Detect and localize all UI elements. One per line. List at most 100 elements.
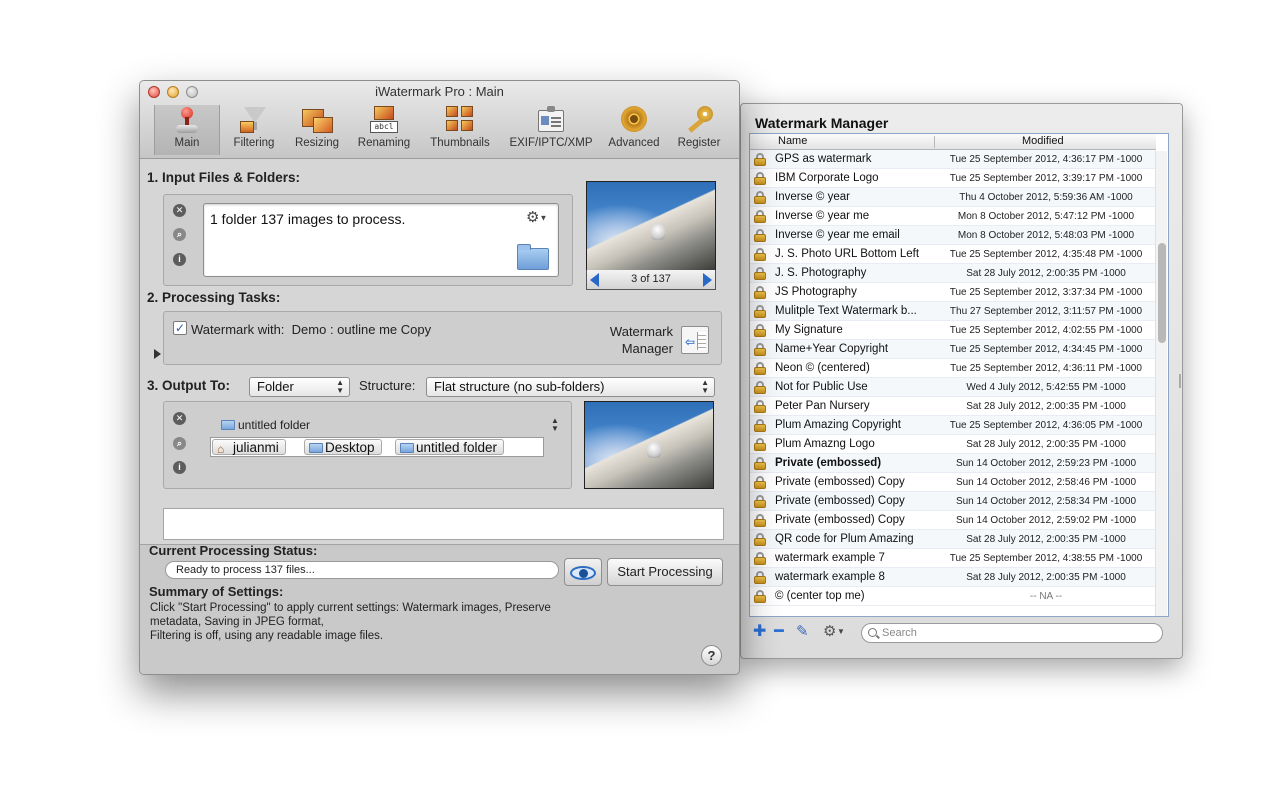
table-row[interactable]: Plum Amazng Logo Sat 28 July 2012, 2:00:3… [750, 435, 1156, 454]
toolbar-exif[interactable]: EXIF/IPTC/XMP [504, 105, 598, 155]
gear-icon[interactable]: ⚙ [823, 623, 836, 641]
table-row[interactable]: Private (embossed) Copy Sun 14 October 20… [750, 473, 1156, 492]
output-preview-image [584, 401, 714, 489]
table-row[interactable]: Private (embossed) Sun 14 October 2012, 2… [750, 454, 1156, 473]
thumbnails-icon [444, 105, 476, 135]
watermark-modified: Thu 27 September 2012, 3:11:57 PM -1000 [949, 306, 1143, 317]
lock-icon [754, 400, 766, 413]
watermark-manager-button[interactable]: ⇦ [681, 326, 709, 354]
remove-output-icon[interactable]: ✕ [173, 412, 186, 425]
table-row[interactable]: Not for Public Use Wed 4 July 2012, 5:42:… [750, 378, 1156, 397]
table-row[interactable]: Inverse © year me email Mon 8 October 201… [750, 226, 1156, 245]
table-row[interactable]: Inverse © year me Mon 8 October 2012, 5:4… [750, 207, 1156, 226]
table-row[interactable]: Mulitple Text Watermark b... Thu 27 Septe… [750, 302, 1156, 321]
input-preview-image [586, 181, 716, 271]
search-field[interactable]: Search [861, 623, 1163, 643]
table-row[interactable]: Private (embossed) Copy Sun 14 October 20… [750, 492, 1156, 511]
watermark-modified: -- NA -- [1029, 591, 1063, 602]
help-button[interactable]: ? [701, 645, 722, 666]
input-gear-menu[interactable]: ⚙▼ [526, 208, 547, 226]
watermark-manager-label-line1: Watermark [609, 324, 673, 339]
toolbar-advanced[interactable]: Advanced [604, 105, 664, 155]
info-input-icon[interactable]: i [173, 253, 186, 266]
watermark-with-text: Watermark with: Demo : outline me Copy [191, 322, 431, 337]
input-section-heading: 1. Input Files & Folders: [147, 170, 301, 185]
path-crumb-folder[interactable]: untitled folder [395, 439, 505, 455]
start-processing-button[interactable]: Start Processing [607, 558, 723, 586]
watermark-name: IBM Corporate Logo [775, 172, 879, 184]
table-row[interactable]: My Signature Tue 25 September 2012, 4:02:… [750, 321, 1156, 340]
scrollbar-thumb[interactable] [1158, 243, 1166, 343]
output-path-control[interactable]: ⌂ julianmi Desktop untitled folder [210, 437, 544, 457]
table-row[interactable]: Neon © (centered) Tue 25 September 2012, … [750, 359, 1156, 378]
previous-image-icon[interactable] [590, 273, 599, 287]
column-header-name[interactable]: Name [778, 135, 807, 147]
remove-input-icon[interactable]: ✕ [173, 204, 186, 217]
watermark-name: Private (embossed) Copy [775, 476, 905, 488]
table-row[interactable]: Peter Pan Nursery Sat 28 July 2012, 2:00:… [750, 397, 1156, 416]
lock-icon [754, 343, 766, 356]
next-image-icon[interactable] [703, 273, 712, 287]
watermark-name: GPS as watermark [775, 153, 872, 165]
output-destination-popup[interactable]: Folder ▲ ▼ [249, 377, 350, 397]
watermark-name: Inverse © year me email [775, 229, 900, 241]
lock-icon [754, 476, 766, 489]
watermark-manager-title: Watermark Manager [755, 115, 889, 131]
reveal-input-icon[interactable]: ⌕ [173, 228, 186, 241]
watermark-manager-toolbar: ✚ ━ ✎ ⚙ ▼ Search [749, 619, 1169, 647]
table-row[interactable]: Name+Year Copyright Tue 25 September 2012… [750, 340, 1156, 359]
preview-button[interactable] [564, 558, 602, 586]
watermark-list[interactable]: Name Modified GPS as watermark Tue 25 Sep… [749, 133, 1169, 617]
list-scrollbar[interactable] [1155, 151, 1167, 616]
watermark-name: J. S. Photo URL Bottom Left [775, 248, 920, 260]
toolbar-thumbnails[interactable]: Thumbnails [424, 105, 496, 155]
remove-icon[interactable]: ━ [774, 623, 784, 641]
table-row[interactable]: J. S. Photography Sat 28 July 2012, 2:00:… [750, 264, 1156, 283]
toolbar-resizing[interactable]: Resizing [288, 105, 346, 155]
table-row[interactable]: J. S. Photo URL Bottom Left Tue 25 Septem… [750, 245, 1156, 264]
table-row[interactable]: watermark example 7 Tue 25 September 2012… [750, 549, 1156, 568]
input-drop-area[interactable]: 1 folder 137 images to process. ⚙▼ [203, 203, 559, 277]
path-crumb-home[interactable]: ⌂ julianmi [212, 439, 286, 456]
watermark-name: Inverse © year me [775, 210, 870, 222]
watermark-name: © (center top me) [775, 590, 865, 602]
lock-icon [754, 495, 766, 508]
lock-icon [754, 381, 766, 394]
toolbar-main[interactable]: Main [154, 105, 220, 155]
resize-grip[interactable] [1179, 374, 1181, 388]
table-row[interactable]: Plum Amazing Copyright Tue 25 September 2… [750, 416, 1156, 435]
table-row[interactable]: GPS as watermark Tue 25 September 2012, 4… [750, 150, 1156, 169]
astronaut-figure [651, 224, 665, 240]
popup-arrows-icon[interactable]: ▲ ▼ [551, 417, 559, 433]
table-row[interactable]: QR code for Plum Amazing Sat 28 July 2012… [750, 530, 1156, 549]
watermark-name: Private (embossed) Copy [775, 495, 905, 507]
add-icon[interactable]: ✚ [753, 623, 766, 641]
table-row[interactable]: © (center top me) -- NA -- [750, 587, 1156, 606]
table-row[interactable]: watermark example 8 Sat 28 July 2012, 2:0… [750, 568, 1156, 587]
table-row[interactable]: Inverse © year Thu 4 October 2012, 5:59:3… [750, 188, 1156, 207]
processing-log [163, 508, 724, 540]
lock-icon [754, 248, 766, 261]
column-header-modified[interactable]: Modified [1022, 135, 1064, 147]
table-row[interactable]: Private (embossed) Copy Sun 14 October 20… [750, 511, 1156, 530]
watermark-manager-label: Watermark Manager [580, 323, 673, 357]
disclosure-triangle-icon[interactable] [154, 349, 161, 359]
watermark-checkbox[interactable]: ✓ [173, 321, 187, 335]
path-crumb-desktop[interactable]: Desktop [304, 439, 382, 455]
watermark-name: JS Photography [775, 286, 857, 298]
info-output-icon[interactable]: i [173, 461, 186, 474]
table-row[interactable]: IBM Corporate Logo Tue 25 September 2012,… [750, 169, 1156, 188]
toolbar-filtering[interactable]: Filtering [226, 105, 282, 155]
folder-icon [309, 443, 323, 453]
preview-navigator: 3 of 137 [586, 270, 716, 290]
watermark-name: watermark example 7 [775, 552, 885, 564]
reveal-output-icon[interactable]: ⌕ [173, 437, 186, 450]
pencil-icon[interactable]: ✎ [796, 623, 809, 641]
table-row[interactable]: JS Photography Tue 25 September 2012, 3:3… [750, 283, 1156, 302]
folder-icon[interactable] [517, 244, 549, 270]
toolbar-register[interactable]: Register [672, 105, 726, 155]
input-summary: 1 folder 137 images to process. [210, 211, 406, 227]
structure-popup[interactable]: Flat structure (no sub-folders) ▲ ▼ [426, 377, 715, 397]
toolbar-renaming[interactable]: abcl Renaming [353, 105, 415, 155]
lock-icon [754, 590, 766, 603]
